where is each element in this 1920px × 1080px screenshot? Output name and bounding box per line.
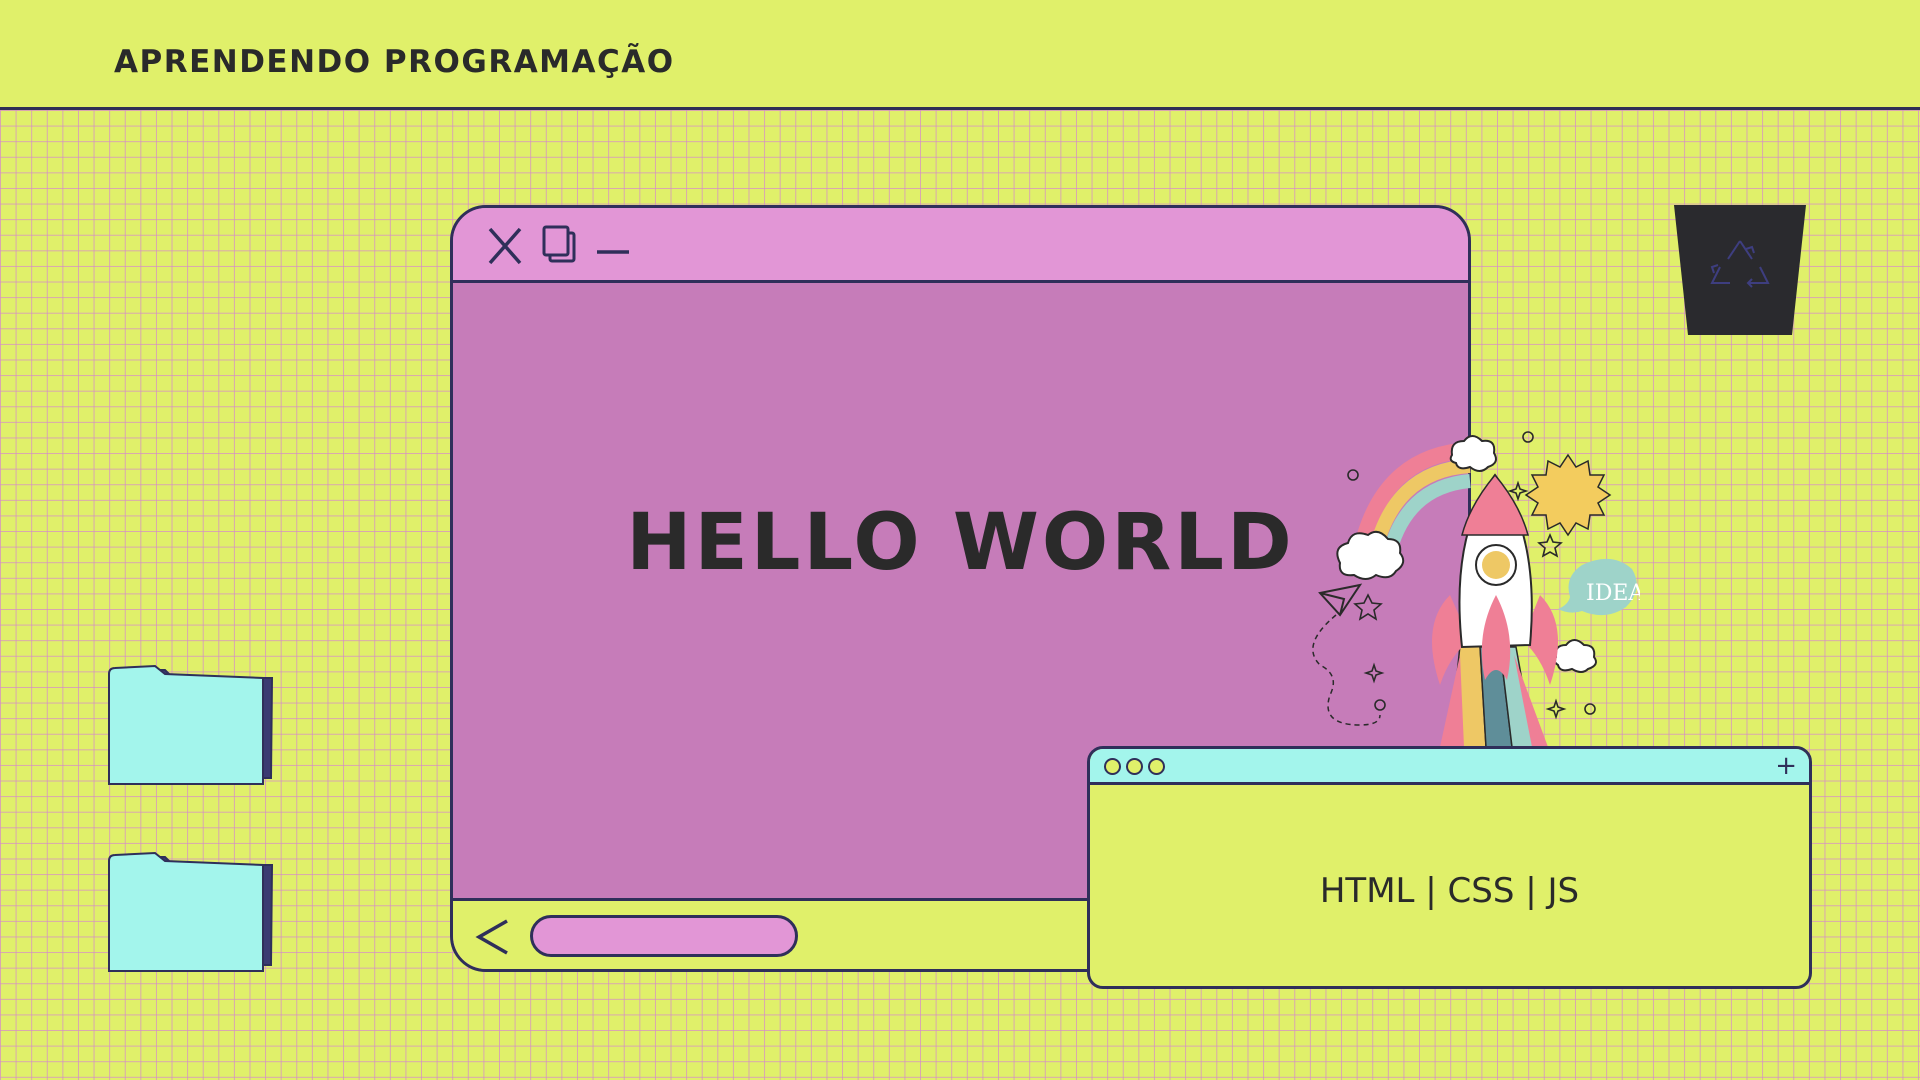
recycle-bin-icon[interactable]	[1672, 203, 1808, 342]
chevron-left-icon[interactable]	[475, 917, 511, 962]
folder-icon[interactable]	[107, 660, 277, 791]
tech-stack-text: HTML | CSS | JS	[1319, 871, 1580, 911]
code-window-titlebar: +	[1090, 749, 1809, 785]
window-dot-icon[interactable]	[1148, 758, 1165, 775]
address-bar[interactable]	[530, 915, 798, 957]
idea-bubble-text: IDEA	[1586, 581, 1640, 606]
window-dot-icon[interactable]	[1104, 758, 1121, 775]
page-title: APRENDENDO PROGRAMAÇÃO	[114, 44, 675, 80]
window-titlebar	[453, 208, 1468, 283]
restore-icon[interactable]	[542, 225, 578, 270]
header-bar: APRENDENDO PROGRAMAÇÃO	[0, 0, 1920, 110]
window-dot-icon[interactable]	[1126, 758, 1143, 775]
rocket-illustration: IDEA	[1300, 425, 1645, 760]
code-window: + HTML | CSS | JS	[1087, 746, 1812, 989]
minimize-icon[interactable]	[595, 242, 631, 260]
folder-icon[interactable]	[107, 847, 277, 978]
close-icon[interactable]	[487, 226, 523, 271]
plus-icon[interactable]: +	[1775, 750, 1797, 782]
